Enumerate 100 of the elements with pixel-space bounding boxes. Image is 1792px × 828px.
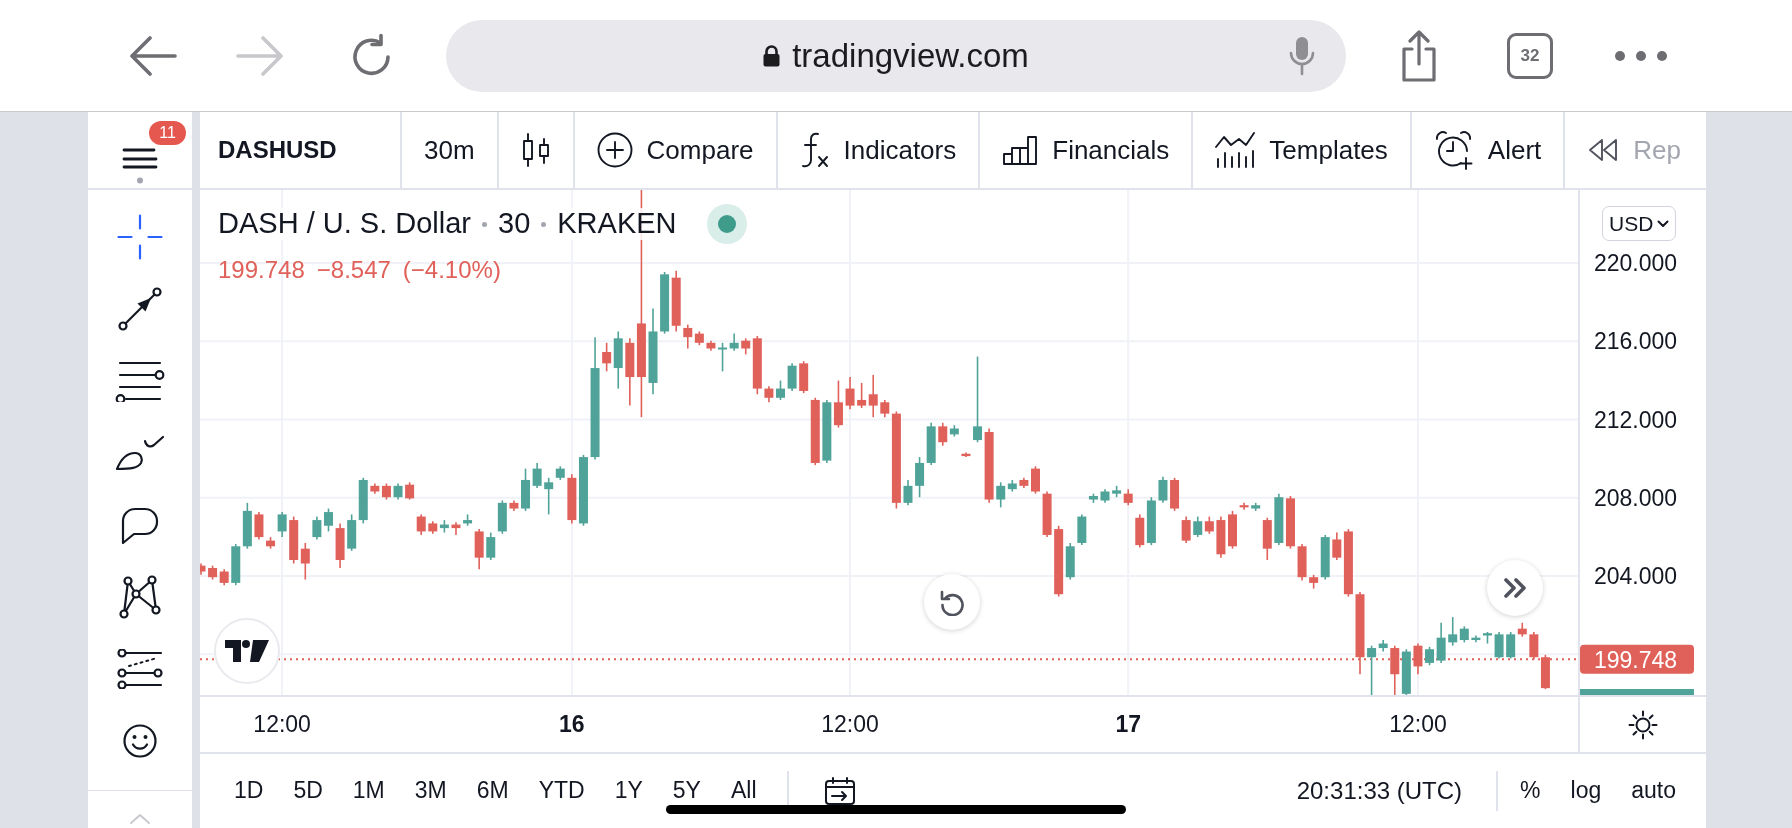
timezone-button[interactable]: 20:31:33 (UTC)	[1288, 778, 1471, 803]
candle	[567, 473, 577, 525]
range-button[interactable]: 1M	[344, 779, 393, 802]
range-button[interactable]: 6M	[468, 779, 517, 802]
double-chevron-icon	[1503, 577, 1527, 599]
candle	[845, 376, 855, 410]
plus-circle-icon	[596, 132, 633, 168]
back-arrow-icon	[129, 35, 177, 76]
logo-icon[interactable]	[214, 618, 280, 684]
range-button[interactable]: 3M	[406, 779, 455, 802]
candle	[1170, 477, 1180, 512]
separator-dot-icon	[541, 221, 547, 227]
candle	[242, 502, 252, 550]
range-button[interactable]: All	[722, 779, 765, 802]
candle	[1390, 644, 1400, 695]
candle	[926, 422, 936, 466]
smiley-icon	[123, 724, 157, 758]
reset-button[interactable]	[924, 574, 980, 630]
candle	[1401, 648, 1411, 695]
alert-button[interactable]: Alert	[1411, 112, 1566, 188]
brush-icon	[115, 435, 165, 471]
ref-line-label: 199.748	[1594, 647, 1678, 674]
scale-option-button[interactable]: auto	[1623, 779, 1684, 802]
exchange-label: KRAKEN	[557, 208, 677, 240]
candle	[289, 515, 299, 565]
speech-bubble-icon	[120, 506, 160, 544]
trend-line-tool-button[interactable]	[118, 287, 162, 331]
address-field[interactable]: tradingview.com	[446, 19, 1346, 92]
templates-button[interactable]: Templates	[1193, 112, 1412, 188]
candle	[1042, 490, 1052, 538]
candle	[486, 531, 496, 561]
range-button[interactable]: 1Y	[606, 779, 651, 802]
candle	[1413, 642, 1423, 676]
share-button[interactable]	[1399, 29, 1439, 82]
pattern-icon	[117, 575, 163, 619]
candle	[1204, 515, 1214, 535]
more-icon	[1615, 50, 1667, 61]
range-button[interactable]: YTD	[530, 779, 593, 802]
candle	[1135, 513, 1145, 549]
tab-count-button[interactable]: 32	[1507, 32, 1553, 79]
crosshair-tool-button[interactable]	[117, 214, 163, 260]
candle	[961, 451, 971, 458]
candle	[1483, 631, 1492, 645]
crosshair-icon	[117, 214, 163, 260]
speech-bubble-tool-button[interactable]	[120, 506, 160, 544]
candle	[208, 564, 218, 581]
share-icon	[1399, 29, 1439, 82]
candle	[300, 542, 310, 581]
prediction-icon	[117, 649, 163, 689]
candle	[1529, 631, 1539, 661]
alarm-clock-icon	[1433, 130, 1474, 170]
back-button[interactable]	[129, 35, 177, 76]
horizontal-lines-tool-button[interactable]	[115, 360, 165, 402]
bar-chart-icon	[1002, 135, 1039, 165]
candle	[915, 456, 925, 498]
price-tick-label: 216.000	[1594, 328, 1678, 355]
more-button[interactable]	[1615, 50, 1667, 61]
indicators-button[interactable]: Indicators	[777, 112, 981, 188]
candle	[231, 543, 241, 587]
horizontal-lines-icon	[115, 360, 165, 402]
candle	[822, 399, 832, 464]
candle	[1112, 485, 1122, 498]
candle	[219, 568, 229, 587]
currency-button[interactable]: USD	[1602, 206, 1677, 241]
range-button[interactable]: 5D	[285, 779, 331, 802]
forward-arrow-icon	[236, 35, 284, 76]
scale-option-button[interactable]: %	[1512, 779, 1549, 802]
symbol-description: DASH / U. S. Dollar	[218, 208, 471, 240]
candle	[1123, 488, 1133, 506]
microphone-icon[interactable]	[1289, 35, 1315, 76]
price-tick-label: 208.000	[1594, 484, 1678, 511]
candle	[1146, 496, 1156, 546]
pattern-tool-button[interactable]	[117, 575, 163, 619]
financials-button[interactable]: Financials	[980, 112, 1194, 188]
candle	[254, 511, 264, 541]
sun-icon[interactable]	[1628, 709, 1658, 740]
scale-option-button[interactable]: log	[1562, 779, 1610, 802]
range-button[interactable]: 5Y	[664, 779, 709, 802]
candle	[1297, 543, 1307, 582]
brush-tool-button[interactable]	[115, 435, 165, 471]
time-label: 12:00	[1389, 711, 1447, 737]
candle	[416, 513, 426, 536]
range-button[interactable]: 1D	[226, 779, 272, 802]
calendar-icon[interactable]	[824, 776, 855, 805]
candle	[1239, 502, 1249, 511]
scroll-right-button[interactable]	[1487, 560, 1543, 616]
interval-button[interactable]: 30m	[402, 112, 499, 188]
candle	[451, 521, 461, 536]
smiley-tool-button[interactable]	[123, 724, 157, 758]
candle	[660, 271, 670, 335]
candle	[312, 515, 322, 541]
compare-button[interactable]: Compare	[574, 112, 778, 188]
candle	[810, 397, 820, 466]
prediction-tool-button[interactable]	[117, 649, 163, 689]
candle	[1262, 516, 1272, 561]
symbol-search-button[interactable]: DASHUSD	[200, 112, 402, 188]
candle	[1077, 513, 1087, 546]
rewind-icon	[1587, 138, 1620, 162]
candle	[671, 270, 681, 333]
function-icon	[799, 132, 830, 168]
